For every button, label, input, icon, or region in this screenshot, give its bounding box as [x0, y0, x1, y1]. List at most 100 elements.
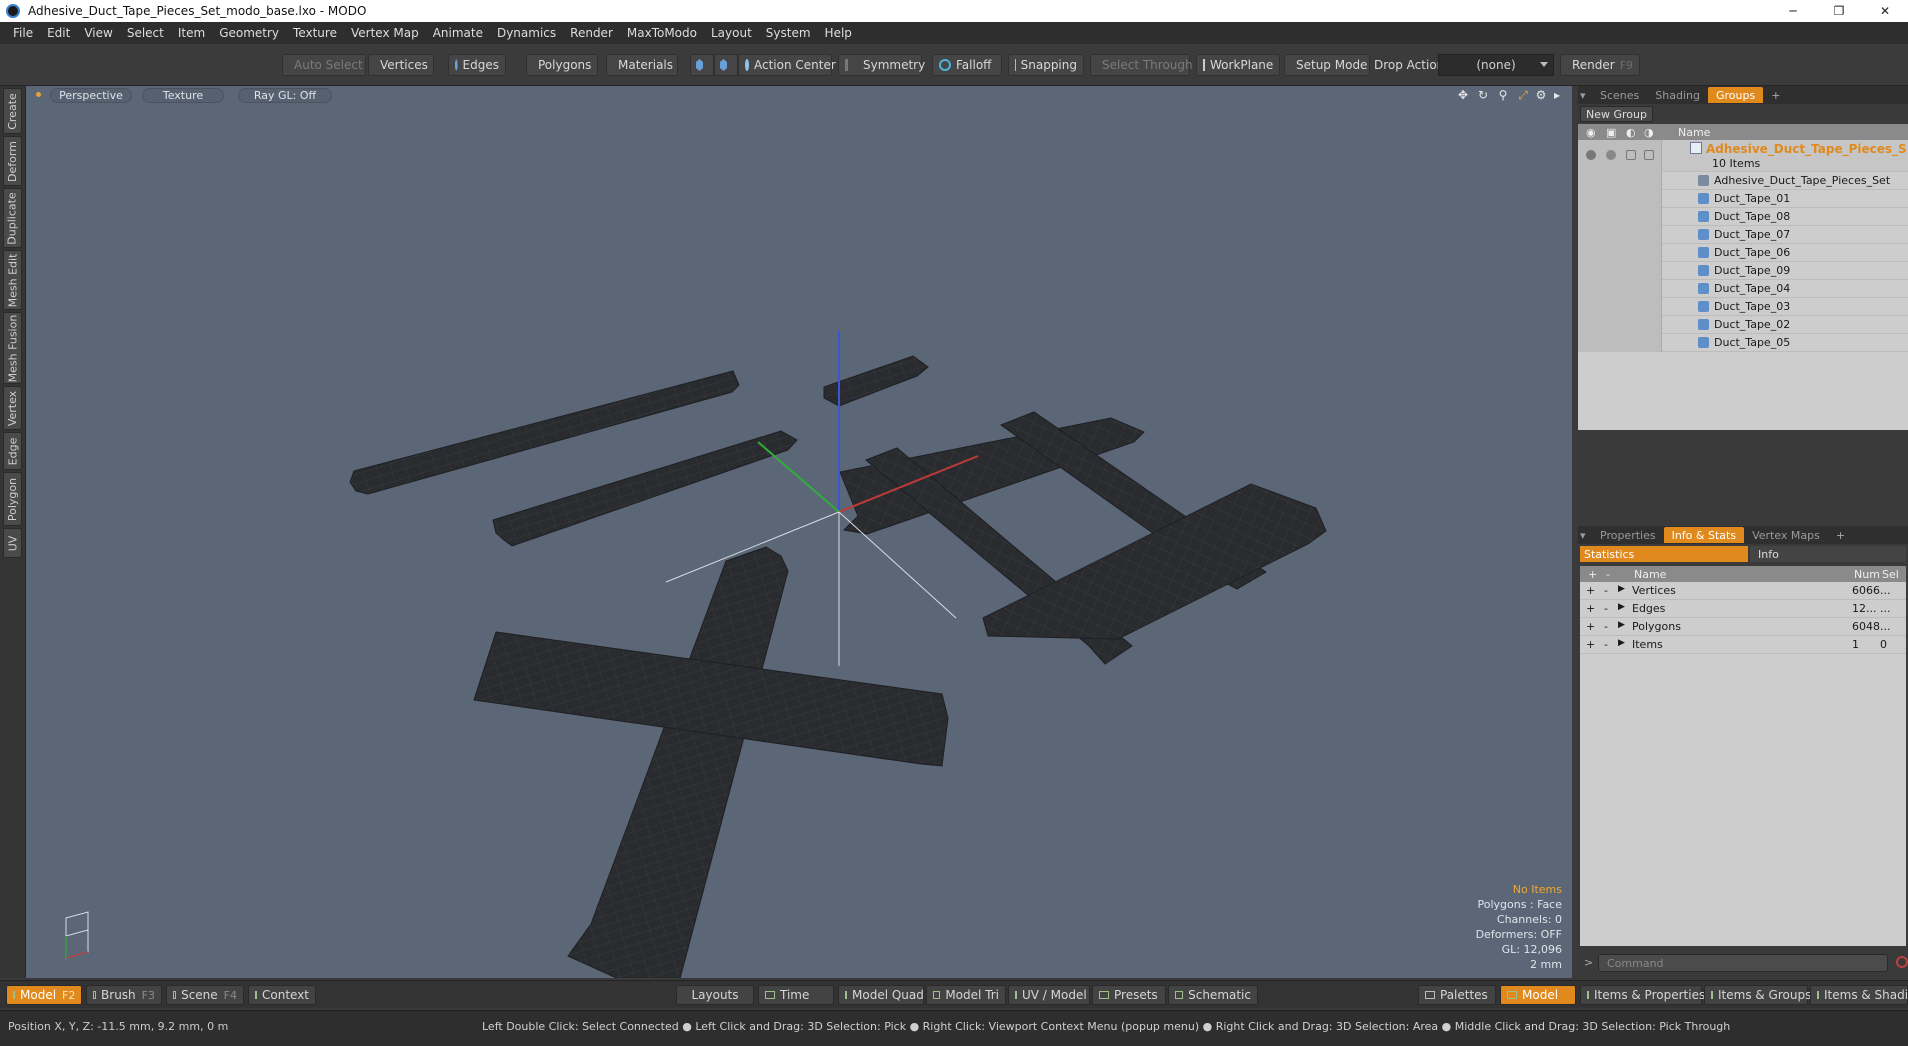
menu-render[interactable]: Render [563, 26, 620, 40]
menu-vertex-map[interactable]: Vertex Map [344, 26, 426, 40]
tab-properties[interactable]: Properties [1592, 527, 1664, 543]
render-button[interactable]: Render F9 [1560, 54, 1640, 76]
setup-mode-button[interactable]: Setup Mode [1284, 54, 1370, 76]
new-group-button[interactable]: New Group [1580, 106, 1653, 122]
group-item-row[interactable]: Duct_Tape_08 [1578, 208, 1908, 226]
viewport-menu-icon[interactable] [36, 92, 41, 97]
tab-mesh-edit[interactable]: Mesh Edit [3, 250, 22, 310]
schematic-button[interactable]: Schematic [1168, 985, 1258, 1005]
rotate-icon[interactable]: ↻ [1476, 88, 1490, 102]
disclosure-triangle-icon[interactable]: ▶ [1618, 620, 1625, 630]
group-item-row[interactable]: Duct_Tape_07 [1578, 226, 1908, 244]
gear-icon[interactable]: ⚙ [1534, 88, 1548, 102]
model-tab-button[interactable]: Model [1500, 985, 1576, 1005]
tape-cross-vertical[interactable] [567, 546, 789, 978]
items-groups-button[interactable]: Items & Groups [1704, 985, 1811, 1005]
group-item-row[interactable]: Duct_Tape_01 [1578, 190, 1908, 208]
menu-dynamics[interactable]: Dynamics [490, 26, 563, 40]
panel-menu-icon[interactable]: ▾ [1578, 87, 1592, 103]
menu-geometry[interactable]: Geometry [212, 26, 286, 40]
menu-system[interactable]: System [759, 26, 818, 40]
menu-select[interactable]: Select [120, 26, 171, 40]
minimize-button[interactable]: ─ [1770, 0, 1816, 22]
tab-groups[interactable]: Groups [1707, 87, 1764, 103]
vertices-button[interactable]: Vertices [368, 54, 434, 76]
items-properties-button[interactable]: Items & Properties [1580, 985, 1705, 1005]
play-icon[interactable]: ▸ [1550, 88, 1564, 102]
group-item-row[interactable]: Duct_Tape_02 [1578, 316, 1908, 334]
scene-canvas[interactable] [26, 86, 1572, 978]
stat-row[interactable]: + - ▶ Items 1 0 [1580, 636, 1906, 654]
add-tab-icon-2[interactable]: + [1828, 527, 1853, 543]
stat-row[interactable]: + - ▶ Vertices 6066... [1580, 582, 1906, 600]
group-item-row[interactable]: Adhesive_Duct_Tape_Pieces_Set [1578, 172, 1908, 190]
disclosure-triangle-icon[interactable]: ▶ [1618, 638, 1625, 648]
time-button[interactable]: Time [758, 985, 834, 1005]
tab-vertex[interactable]: Vertex [3, 386, 22, 430]
tab-uv[interactable]: UV [3, 528, 22, 558]
stat-row[interactable]: + - ▶ Polygons 6048... [1580, 618, 1906, 636]
collapse-stat-icon[interactable]: - [1604, 620, 1608, 633]
tape-strip-middle[interactable] [492, 430, 798, 547]
palettes-button[interactable]: Palettes [1418, 985, 1496, 1005]
symmetry-button[interactable]: Symmetry [838, 54, 925, 76]
workplane-button[interactable]: WorkPlane [1196, 54, 1280, 76]
scene-layout-button[interactable]: Scene F4 [166, 985, 244, 1005]
brush-layout-button[interactable]: Brush F3 [86, 985, 162, 1005]
materials-button[interactable]: Materials [606, 54, 678, 76]
menu-file[interactable]: File [6, 26, 40, 40]
expand-all-icon[interactable]: + [1588, 568, 1597, 581]
group-row[interactable]: Adhesive_Duct_Tape_Pieces_S ... 10 Items [1578, 140, 1908, 172]
group-item-row[interactable]: Duct_Tape_05 [1578, 334, 1908, 352]
menu-animate[interactable]: Animate [426, 26, 490, 40]
close-button[interactable]: ✕ [1862, 0, 1908, 22]
expand-stat-icon[interactable]: + [1586, 602, 1595, 615]
model-quad-button[interactable]: Model Quad [838, 985, 924, 1005]
zoom-icon[interactable]: ⚲ [1496, 88, 1510, 102]
pan-icon[interactable]: ✥ [1456, 88, 1470, 102]
menu-layout[interactable]: Layout [704, 26, 759, 40]
fit-icon[interactable]: ⤢ [1516, 88, 1530, 102]
disclosure-triangle-icon[interactable]: ▶ [1618, 584, 1625, 594]
render-toggle-icon[interactable] [1626, 150, 1636, 160]
tab-create[interactable]: Create [3, 88, 22, 134]
menu-view[interactable]: View [77, 26, 119, 40]
menu-maxtomodo[interactable]: MaxToModo [620, 26, 704, 40]
disclosure-triangle-icon[interactable]: ▶ [1618, 602, 1625, 612]
stat-row[interactable]: + - ▶ Edges 12...... [1580, 600, 1906, 618]
snapping-button[interactable]: Snapping [1008, 54, 1084, 76]
polygons-button[interactable]: Polygons [526, 54, 598, 76]
falloff-button[interactable]: Falloff [932, 54, 1002, 76]
model-tri-button[interactable]: Model Tri [926, 985, 1006, 1005]
tab-info[interactable]: Info [1750, 546, 1906, 562]
visibility-toggle-icon[interactable] [1586, 150, 1596, 160]
raygl-button[interactable]: Ray GL: Off [238, 88, 332, 103]
restore-button[interactable]: ❐ [1816, 0, 1862, 22]
edges-button[interactable]: Edges [448, 54, 506, 76]
expand-stat-icon[interactable]: + [1586, 584, 1595, 597]
drop-action-select[interactable]: (none) [1438, 54, 1554, 76]
lock-toggle-icon[interactable] [1606, 150, 1616, 160]
group-item-row[interactable]: Duct_Tape_09 [1578, 262, 1908, 280]
view-type-button[interactable]: Perspective [50, 88, 132, 103]
command-input[interactable]: Command [1598, 954, 1888, 972]
presets-button[interactable]: Presets [1092, 985, 1166, 1005]
menu-texture[interactable]: Texture [286, 26, 344, 40]
tab-vertex-maps[interactable]: Vertex Maps [1744, 527, 1828, 543]
shading-mode-button[interactable]: Texture [142, 88, 224, 103]
panel-menu-icon-2[interactable]: ▾ [1578, 527, 1592, 543]
tab-polygon[interactable]: Polygon [3, 472, 22, 526]
menu-item[interactable]: Item [171, 26, 212, 40]
add-tab-icon[interactable]: + [1763, 87, 1788, 103]
group-item-row[interactable]: Duct_Tape_04 [1578, 280, 1908, 298]
tab-scenes[interactable]: Scenes [1592, 87, 1647, 103]
layouts-button[interactable]: Layouts [676, 985, 754, 1005]
tab-edge[interactable]: Edge [3, 432, 22, 470]
uv-model-button[interactable]: UV / Model [1008, 985, 1090, 1005]
tab-shading[interactable]: Shading [1647, 87, 1708, 103]
tab-info-stats[interactable]: Info & Stats [1663, 527, 1745, 543]
expand-stat-icon[interactable]: + [1586, 620, 1595, 633]
3d-viewport[interactable]: Perspective Texture Ray GL: Off ✥ ↻ ⚲ ⤢ … [26, 86, 1572, 978]
select-mode-alt-button[interactable] [714, 54, 738, 76]
expand-stat-icon[interactable]: + [1586, 638, 1595, 651]
